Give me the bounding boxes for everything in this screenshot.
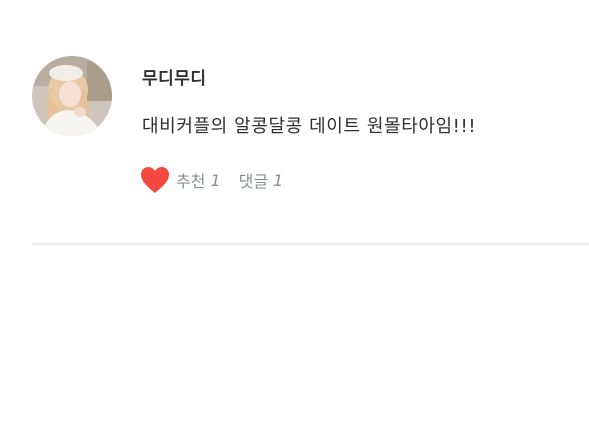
heart-icon <box>141 167 169 193</box>
like-button[interactable]: 추천 1 <box>140 166 221 194</box>
post-item: 무디무디 대비커플의 알콩달콩 데이트 원몰타아임!!! 추천 1 댓글 1 <box>0 0 589 245</box>
like-label: 추천 <box>176 172 206 191</box>
comment-label: 댓글 <box>238 172 269 191</box>
like-count: 1 <box>210 170 221 190</box>
post-actions: 추천 1 댓글 1 <box>140 166 283 194</box>
comment-button[interactable]: 댓글 1 <box>239 168 284 192</box>
avatar[interactable] <box>32 56 112 136</box>
author-name[interactable]: 무디무디 <box>142 64 207 89</box>
comment-count: 1 <box>273 170 284 190</box>
avatar-image <box>32 56 112 136</box>
post-message: 대비커플의 알콩달콩 데이트 원몰타아임!!! <box>142 116 477 137</box>
divider <box>32 243 589 245</box>
